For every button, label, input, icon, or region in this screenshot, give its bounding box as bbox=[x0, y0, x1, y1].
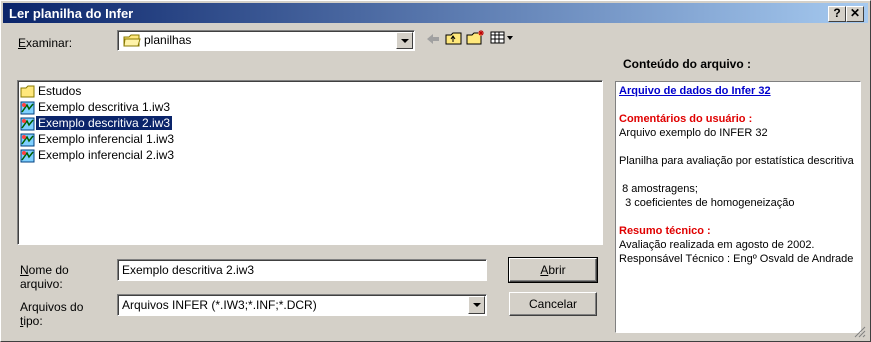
comments-line1: Arquivo exemplo do INFER 32 bbox=[619, 127, 768, 139]
file-list-item[interactable]: Exemplo descritiva 1.iw3 bbox=[20, 99, 172, 115]
spreadsheet-file-icon bbox=[20, 101, 35, 115]
title-bar[interactable]: Ler planilha do Infer ? ✕ bbox=[3, 3, 868, 23]
open-spreadsheet-dialog: Ler planilha do Infer ? ✕ Examinar: plan… bbox=[0, 0, 871, 342]
folder-icon bbox=[123, 34, 141, 47]
file-list-item[interactable]: Exemplo inferencial 1.iw3 bbox=[20, 131, 176, 147]
file-name: Exemplo descritiva 2.iw3 bbox=[34, 115, 174, 131]
view-menu-icon[interactable] bbox=[490, 31, 516, 45]
filename-value: Exemplo descritiva 2.iw3 bbox=[122, 263, 255, 277]
resize-grip-icon[interactable] bbox=[854, 326, 866, 338]
file-list-item[interactable]: Exemplo inferencial 2.iw3 bbox=[20, 147, 176, 163]
file-name: Exemplo inferencial 1.iw3 bbox=[38, 132, 175, 146]
spreadsheet-file-icon bbox=[20, 133, 35, 147]
back-arrow-icon[interactable] bbox=[425, 32, 441, 46]
file-list[interactable]: Estudos Exemplo descritiva 1.iw3 Exemplo d… bbox=[17, 80, 603, 245]
folder-icon bbox=[20, 85, 35, 98]
preview-link[interactable]: Arquivo de dados do Infer 32 bbox=[619, 84, 857, 98]
file-list-item[interactable]: Exemplo descritiva 2.iw3 bbox=[20, 115, 174, 131]
preview-header: Conteúdo do arquivo : bbox=[623, 57, 751, 71]
new-folder-icon[interactable] bbox=[466, 29, 486, 46]
file-list-item[interactable]: Estudos bbox=[20, 83, 83, 99]
help-button[interactable]: ? bbox=[828, 6, 846, 22]
summary-text: Avaliação realizada em agosto de 2002. R… bbox=[619, 239, 854, 265]
look-in-combobox[interactable]: planilhas bbox=[117, 30, 415, 51]
file-name: Exemplo inferencial 2.iw3 bbox=[38, 148, 175, 162]
folder-up-icon[interactable] bbox=[445, 31, 463, 46]
file-name: Exemplo descritiva 1.iw3 bbox=[38, 100, 171, 114]
spreadsheet-file-icon bbox=[20, 117, 35, 131]
spreadsheet-file-icon bbox=[20, 149, 35, 163]
look-in-dropdown-button[interactable] bbox=[396, 32, 413, 49]
filetype-dropdown-button[interactable] bbox=[468, 296, 485, 314]
look-in-value: planilhas bbox=[144, 33, 192, 47]
look-in-label: Examinar: bbox=[18, 36, 73, 50]
comments-line3: 8 amostragens; 3 coeficientes de homogen… bbox=[622, 183, 795, 209]
comments-line2: Planilha para avaliação por estatística … bbox=[619, 155, 854, 167]
comments-heading: Comentários do usuário : bbox=[619, 113, 753, 125]
close-button[interactable]: ✕ bbox=[846, 6, 864, 22]
file-content-preview: Arquivo de dados do Infer 32 Comentários… bbox=[615, 81, 861, 333]
filetype-value: Arquivos INFER (*.IW3;*.INF;*.DCR) bbox=[122, 298, 317, 312]
cancel-button[interactable]: Cancelar bbox=[509, 292, 597, 316]
summary-heading: Resumo técnico : bbox=[619, 225, 711, 237]
file-name: Estudos bbox=[38, 84, 82, 98]
open-button[interactable]: Abrir bbox=[508, 257, 598, 283]
window-title: Ler planilha do Infer bbox=[9, 6, 134, 21]
filetype-combobox[interactable]: Arquivos INFER (*.IW3;*.INF;*.DCR) bbox=[117, 294, 487, 316]
filename-label: Nome do arquivo: bbox=[20, 263, 69, 291]
filename-input[interactable]: Exemplo descritiva 2.iw3 bbox=[117, 259, 487, 281]
filetype-label: Arquivos do tipo: bbox=[20, 300, 84, 328]
